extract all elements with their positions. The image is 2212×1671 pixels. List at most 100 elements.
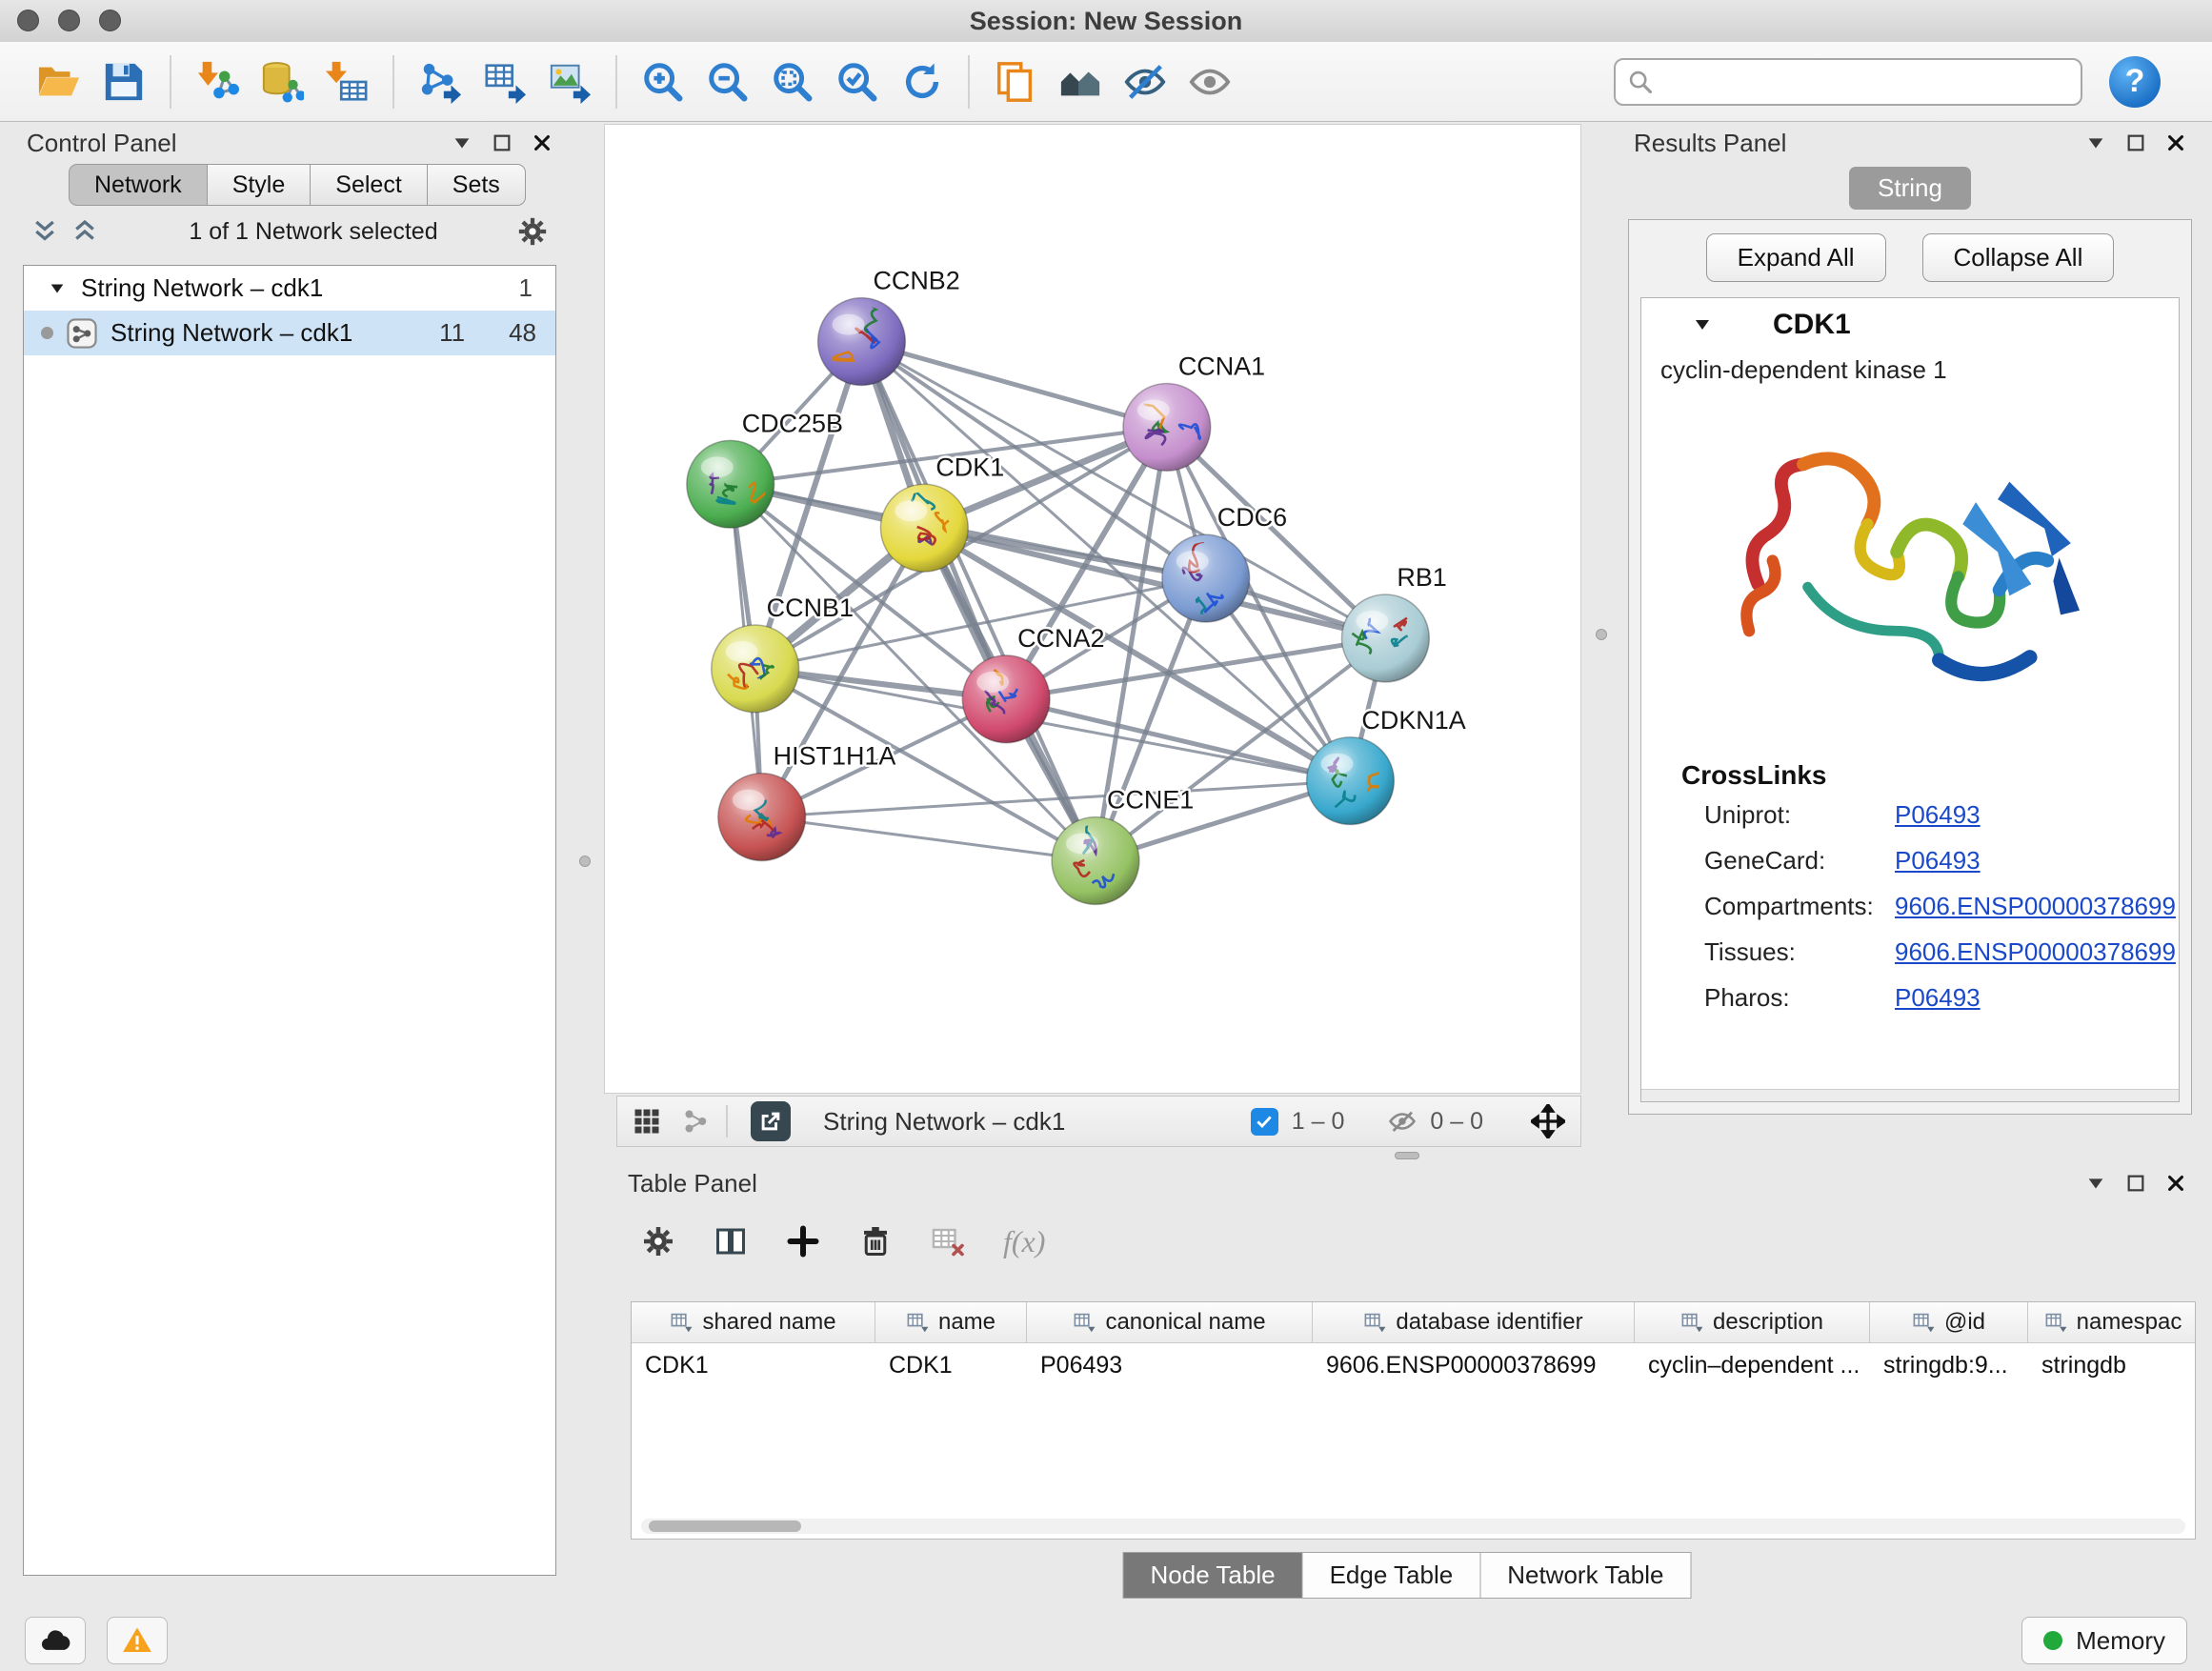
delete-table-icon[interactable] — [931, 1224, 965, 1258]
export-network-icon — [418, 60, 462, 104]
float-panel-icon[interactable] — [452, 132, 473, 153]
cell-id[interactable]: stringdb:9... — [1870, 1352, 2028, 1379]
crosslink-uniprot-link[interactable]: P06493 — [1895, 800, 1981, 830]
warnings-button[interactable] — [107, 1617, 168, 1664]
column-header-namespace[interactable]: namespac — [2028, 1302, 2196, 1342]
export-image-button[interactable] — [544, 56, 595, 108]
cell-namespace[interactable]: stringdb — [2028, 1352, 2196, 1379]
cell-description[interactable]: cyclin–dependent ... — [1635, 1352, 1870, 1379]
column-header-description[interactable]: description — [1635, 1302, 1870, 1342]
export-network-button[interactable] — [414, 56, 466, 108]
expand-all-icon[interactable] — [70, 217, 99, 246]
close-panel-icon[interactable] — [2165, 132, 2186, 153]
close-panel-icon[interactable] — [532, 132, 553, 153]
open-session-button[interactable] — [33, 56, 85, 108]
cloud-status-button[interactable] — [25, 1617, 86, 1664]
network-canvas[interactable]: CCNB2CCNA1CDC25BCDK1CDC6RB1CCNB1CCNA2CDK… — [604, 124, 1581, 1094]
node-label: CCNB2 — [873, 267, 959, 295]
tab-edge-table[interactable]: Edge Table — [1303, 1552, 1481, 1599]
tab-sets[interactable]: Sets — [428, 164, 526, 206]
close-panel-icon[interactable] — [2165, 1173, 2186, 1194]
tab-network[interactable]: Network — [69, 164, 208, 206]
maximize-panel-icon[interactable] — [2125, 1173, 2146, 1194]
cell-canonical-name[interactable]: P06493 — [1027, 1352, 1313, 1379]
zoom-out-button[interactable] — [702, 56, 754, 108]
zoom-in-button[interactable] — [637, 56, 689, 108]
tree-expand-icon[interactable] — [49, 280, 66, 297]
add-column-icon[interactable] — [786, 1224, 820, 1258]
column-header-id[interactable]: @id — [1870, 1302, 2028, 1342]
table-horizontal-scrollbar[interactable] — [641, 1519, 2185, 1534]
memory-button[interactable]: Memory — [2021, 1617, 2187, 1664]
help-button[interactable]: ? — [2109, 56, 2161, 108]
left-splitter-handle[interactable] — [579, 856, 591, 867]
maximize-panel-icon[interactable] — [2125, 132, 2146, 153]
expand-all-button[interactable]: Expand All — [1706, 233, 1886, 282]
network-row-selected[interactable]: String Network – cdk1 11 48 — [24, 311, 555, 355]
detach-view-button[interactable] — [751, 1101, 791, 1141]
tab-string-results[interactable]: String — [1849, 167, 1971, 210]
network-collection-row[interactable]: String Network – cdk1 1 — [24, 266, 555, 311]
pan-move-icon[interactable] — [1531, 1104, 1565, 1138]
delete-column-trash-icon[interactable] — [858, 1224, 893, 1258]
gene-section-header[interactable]: CDK1 — [1641, 298, 2179, 352]
float-panel-icon[interactable] — [2085, 1173, 2106, 1194]
maximize-panel-icon[interactable] — [492, 132, 513, 153]
network-graph[interactable]: CCNB2CCNA1CDC25BCDK1CDC6RB1CCNB1CCNA2CDK… — [605, 125, 1580, 1093]
grid-view-icon[interactable] — [633, 1107, 661, 1136]
zoom-selected-button[interactable] — [832, 56, 883, 108]
crosslink-tissues-link[interactable]: 9606.ENSP00000378699 — [1895, 937, 2176, 967]
tab-style[interactable]: Style — [208, 164, 312, 206]
crosslink-genecard-link[interactable]: P06493 — [1895, 846, 1981, 876]
first-neighbors-button[interactable] — [1055, 56, 1106, 108]
crosslink-compartments-link[interactable]: 9606.ENSP00000378699 — [1895, 892, 2176, 921]
refresh-view-button[interactable] — [896, 56, 948, 108]
import-network-from-database-button[interactable] — [256, 56, 308, 108]
show-all-button[interactable] — [1184, 56, 1236, 108]
table-tabs: Node Table Edge Table Network Table — [1123, 1552, 1692, 1599]
search-input[interactable] — [1663, 67, 2069, 96]
horizontal-splitter-handle[interactable] — [1395, 1152, 1419, 1159]
hide-selected-button[interactable] — [1119, 56, 1171, 108]
crosslink-pharos-link[interactable]: P06493 — [1895, 983, 1981, 1013]
zoom-fit-button[interactable] — [767, 56, 818, 108]
cell-name[interactable]: CDK1 — [875, 1352, 1027, 1379]
show-columns-icon[interactable] — [714, 1224, 748, 1258]
houses-icon — [1058, 60, 1102, 104]
network-collection-count: 1 — [519, 273, 533, 303]
tab-network-table[interactable]: Network Table — [1480, 1552, 1691, 1599]
network-options-gear-icon[interactable] — [516, 215, 549, 248]
cell-shared-name[interactable]: CDK1 — [632, 1352, 875, 1379]
function-builder-button[interactable]: f(x) — [1003, 1224, 1045, 1259]
column-header-database-identifier[interactable]: database identifier — [1313, 1302, 1635, 1342]
table-options-gear-icon[interactable] — [641, 1224, 675, 1258]
cell-database-identifier[interactable]: 9606.ENSP00000378699 — [1313, 1352, 1635, 1379]
import-table-from-file-button[interactable] — [321, 56, 372, 108]
scrollbar-thumb[interactable] — [649, 1520, 801, 1532]
column-header-name[interactable]: name — [875, 1302, 1027, 1342]
right-splitter-handle[interactable] — [1596, 629, 1607, 640]
results-scrollbar[interactable] — [1641, 1089, 2179, 1101]
import-network-from-file-button[interactable] — [191, 56, 243, 108]
collapse-all-button[interactable]: Collapse All — [1922, 233, 2115, 282]
table-row[interactable]: CDK1 CDK1 P06493 9606.ENSP00000378699 cy… — [632, 1343, 2195, 1387]
string-results-box: Expand All Collapse All CDK1 cyclin-depe… — [1628, 219, 2192, 1115]
tab-select[interactable]: Select — [311, 164, 427, 206]
birdseye-view-icon[interactable] — [682, 1107, 711, 1136]
float-panel-icon[interactable] — [2085, 132, 2106, 153]
tab-node-table[interactable]: Node Table — [1123, 1552, 1303, 1599]
refresh-icon — [900, 60, 944, 104]
gene-description: cyclin-dependent kinase 1 — [1641, 355, 2179, 385]
copy-button[interactable] — [990, 56, 1041, 108]
node-table[interactable]: shared name name canonical name database… — [631, 1301, 2196, 1540]
column-header-canonical-name[interactable]: canonical name — [1027, 1302, 1313, 1342]
collapse-all-icon[interactable] — [30, 217, 59, 246]
search-box[interactable] — [1614, 58, 2082, 106]
save-session-button[interactable] — [98, 56, 150, 108]
column-header-shared-name[interactable]: shared name — [632, 1302, 875, 1342]
selected-nodes-checkbox[interactable] — [1251, 1108, 1278, 1136]
network-list: String Network – cdk1 1 String Network –… — [23, 265, 556, 1576]
toolbar-separator — [615, 55, 617, 109]
export-table-button[interactable] — [479, 56, 531, 108]
collapse-section-icon[interactable] — [1693, 315, 1712, 334]
